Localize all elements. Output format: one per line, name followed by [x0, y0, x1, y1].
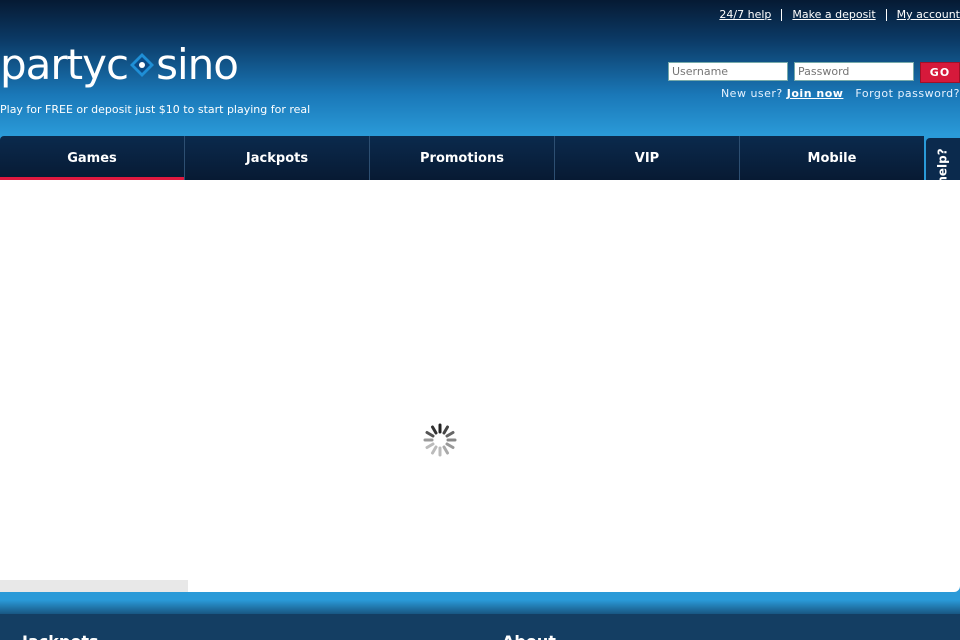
main-content — [0, 180, 960, 592]
username-input[interactable] — [668, 62, 788, 81]
deposit-link[interactable]: Make a deposit — [781, 9, 885, 21]
help-link[interactable]: 24/7 help — [709, 9, 781, 21]
forgot-password-link[interactable]: Forgot password? — [855, 87, 960, 100]
new-user-text: New user? — [720, 87, 783, 100]
go-button[interactable]: GO — [920, 62, 960, 83]
tagline: Play for FREE or deposit just $10 to sta… — [0, 103, 311, 116]
password-input[interactable] — [794, 62, 914, 81]
tab-games[interactable]: Games — [0, 136, 185, 180]
footer: Jackpots About — [0, 614, 960, 640]
logo-text-left: partyc — [0, 40, 129, 89]
tab-promotions[interactable]: Promotions — [370, 136, 555, 180]
tab-vip[interactable]: VIP — [555, 136, 740, 180]
tab-jackpots[interactable]: Jackpots — [185, 136, 370, 180]
casino-chip-icon — [129, 52, 155, 78]
my-account-link[interactable]: My account — [885, 9, 960, 21]
top-links: 24/7 help Make a deposit My account — [709, 9, 960, 21]
partycasino-logo[interactable]: partyc sino — [0, 40, 239, 89]
login-links: New user? Join now Forgot password? — [721, 87, 960, 100]
sidebar-stub — [0, 580, 188, 592]
main-nav: Games Jackpots Promotions VIP Mobile — [0, 136, 924, 180]
loading-spinner-icon — [423, 423, 457, 457]
footer-heading-left: Jackpots — [22, 632, 99, 640]
login-form: GO — [668, 62, 960, 83]
logo-text-right: sino — [156, 40, 239, 89]
join-now-link[interactable]: Join now — [787, 87, 844, 100]
tab-mobile[interactable]: Mobile — [740, 136, 924, 180]
footer-heading-right: About — [502, 632, 556, 640]
